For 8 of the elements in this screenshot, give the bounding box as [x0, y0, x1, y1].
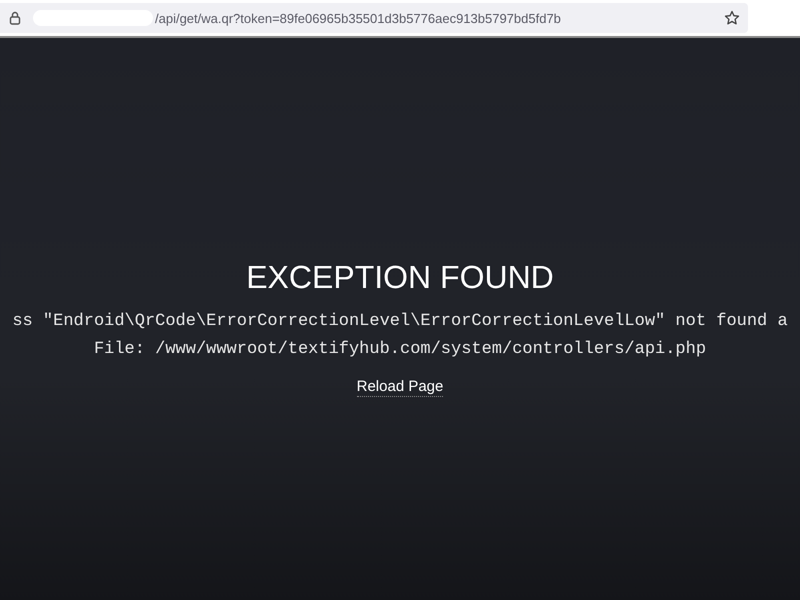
lock-icon [9, 11, 21, 25]
address-field[interactable]: /api/get/wa.qr?token=89fe06965b35501d3b5776aec913b5797bd5fd7b [0, 3, 748, 33]
url-text: /api/get/wa.qr?token=89fe06965b35501d3b5776aec913b5797bd5fd7b [155, 10, 561, 26]
error-title: EXCEPTION FOUND [246, 258, 554, 296]
reload-link[interactable]: Reload Page [356, 378, 444, 397]
file-path: File: /www/wwwroot/textifyhub.com/system/controllers/api.php [94, 339, 706, 361]
bookmark-star-icon[interactable] [724, 10, 740, 26]
error-message: ss "Endroid\QrCode\ErrorCorrectionLevel\ErrorCorrectionLevelLow" not found a [12, 311, 788, 333]
